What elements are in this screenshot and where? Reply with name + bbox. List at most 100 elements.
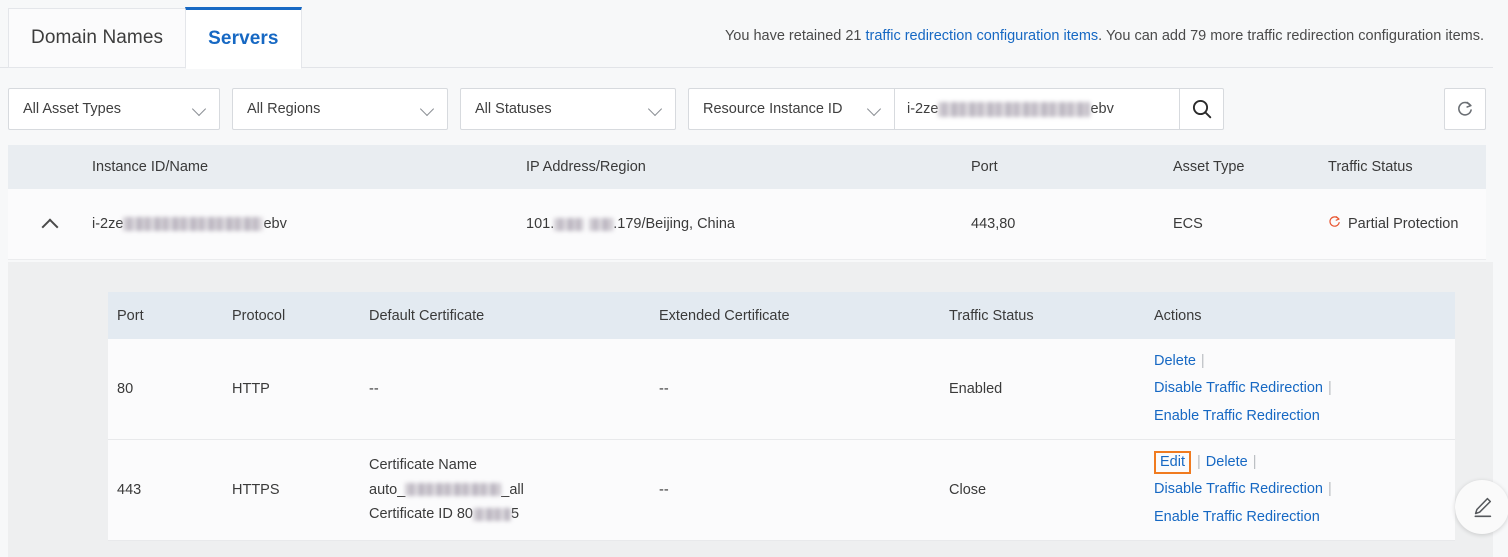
actions-line-3: Enable Traffic Redirection xyxy=(1154,504,1434,532)
quota-notice-prefix: You have retained 21 xyxy=(724,28,866,44)
column-header-actions: Actions xyxy=(1154,307,1202,324)
delete-link[interactable]: Delete xyxy=(1206,454,1248,470)
column-header-protocol: Protocol xyxy=(232,307,286,324)
redacted-text xyxy=(472,508,511,522)
cell-port: 443 xyxy=(117,482,142,498)
enable-traffic-redirection-link[interactable]: Enable Traffic Redirection xyxy=(1154,408,1320,424)
ip-suffix: .179/Beijing, China xyxy=(613,216,735,232)
right-rail xyxy=(1493,0,1508,557)
actions-line-1: Delete | xyxy=(1154,348,1434,376)
tab-servers[interactable]: Servers xyxy=(185,7,302,69)
quota-notice-suffix: . You can add 79 more traffic redirectio… xyxy=(1098,28,1484,44)
instance-id-prefix: i-2ze xyxy=(92,216,124,232)
column-header-asset-type: Asset Type xyxy=(1173,159,1245,175)
row-expand-toggle[interactable] xyxy=(8,218,92,230)
chevron-down-icon xyxy=(193,102,207,116)
column-header-default-certificate: Default Certificate xyxy=(369,307,485,324)
cell-asset-type: ECS xyxy=(1173,216,1203,232)
tab-bar: Domain Names Servers You have retained 2… xyxy=(0,0,1508,69)
status-select-label: All Statuses xyxy=(475,101,552,117)
cell-extended-certificate: -- xyxy=(659,381,669,397)
redacted-text xyxy=(554,217,585,231)
feedback-edit-button[interactable] xyxy=(1455,480,1508,534)
edit-link[interactable]: Edit xyxy=(1160,454,1185,470)
ip-prefix: 101. xyxy=(526,216,555,232)
redacted-text xyxy=(938,101,1091,117)
actions-line-1: Edit | Delete | xyxy=(1154,449,1434,477)
action-separator: | xyxy=(1200,352,1205,369)
refresh-button[interactable] xyxy=(1444,88,1486,130)
cell-traffic-status: Partial Protection xyxy=(1328,213,1486,235)
servers-table: Instance ID/Name IP Address/Region Port … xyxy=(8,145,1486,260)
expanded-detail-panel: Port Protocol Default Certificate Extend… xyxy=(8,262,1493,557)
tab-domain-names[interactable]: Domain Names xyxy=(8,8,187,68)
asset-type-select[interactable]: All Asset Types xyxy=(8,88,220,130)
disable-traffic-redirection-link[interactable]: Disable Traffic Redirection xyxy=(1154,481,1323,497)
certificate-name-suffix: _all xyxy=(501,481,524,498)
table-row[interactable]: i-2ze ebv 101. .179/Beijing, China 443,80 … xyxy=(8,189,1486,260)
quota-notice-link[interactable]: traffic redirection configuration items xyxy=(866,28,1099,44)
cell-traffic-status: Enabled xyxy=(949,381,1003,397)
action-separator: | xyxy=(1327,481,1332,498)
certificate-id-label: Certificate ID 80 xyxy=(369,506,473,523)
redacted-text xyxy=(405,483,502,497)
action-separator: | xyxy=(1197,453,1201,470)
table-row: 80 HTTP -- -- Enabled Delete | Disable Tr… xyxy=(108,339,1455,440)
cell-actions: Edit | Delete | Disable Traffic Redirection… xyxy=(1154,449,1434,532)
actions-line-2: Disable Traffic Redirection | xyxy=(1154,476,1434,504)
enable-traffic-redirection-link[interactable]: Enable Traffic Redirection xyxy=(1154,509,1320,525)
tab-list: Domain Names Servers xyxy=(8,7,302,69)
certificate-id-value: Certificate ID 80 5 xyxy=(369,502,659,527)
actions-line-3: Enable Traffic Redirection xyxy=(1154,403,1434,431)
action-separator: | xyxy=(1327,380,1332,397)
column-header-ip: IP Address/Region xyxy=(526,159,646,175)
refresh-icon xyxy=(1458,101,1472,116)
status-badge: Partial Protection xyxy=(1328,213,1468,235)
column-header-port: Port xyxy=(971,159,998,175)
cell-default-certificate: Certificate Name auto_ _all Certificate I… xyxy=(369,453,659,528)
cell-default-certificate: -- xyxy=(369,381,379,397)
region-select-label: All Regions xyxy=(247,101,321,117)
search-button[interactable] xyxy=(1180,88,1224,130)
servers-table-header: Instance ID/Name IP Address/Region Port … xyxy=(8,145,1486,189)
column-header-port: Port xyxy=(117,307,144,324)
search-input[interactable]: i-2ze ebv xyxy=(894,88,1180,130)
edit-link-highlight: Edit xyxy=(1154,450,1191,475)
asset-type-select-label: All Asset Types xyxy=(23,101,122,117)
cell-protocol: HTTP xyxy=(232,381,270,397)
search-field-select-label: Resource Instance ID xyxy=(703,101,843,117)
region-select[interactable]: All Regions xyxy=(232,88,448,130)
cell-port: 80 xyxy=(117,381,134,397)
cell-port: 443,80 xyxy=(971,216,1016,232)
chevron-up-icon xyxy=(41,218,59,230)
search-icon xyxy=(1192,99,1211,119)
search-input-value-suffix: ebv xyxy=(1090,101,1114,117)
refresh-warning-icon xyxy=(1329,215,1340,227)
tab-domain-names-label: Domain Names xyxy=(31,27,164,48)
delete-link[interactable]: Delete xyxy=(1154,353,1196,369)
cell-instance-id: i-2ze ebv xyxy=(92,216,526,232)
action-separator: | xyxy=(1252,453,1257,470)
certificate-name-value: auto_ _all xyxy=(369,478,659,503)
chevron-down-icon xyxy=(868,102,882,116)
search-field-select[interactable]: Resource Instance ID xyxy=(688,88,894,130)
cell-actions: Delete | Disable Traffic Redirection | Ena… xyxy=(1154,348,1434,431)
quota-notice: You have retained 21 traffic redirection… xyxy=(725,28,1484,44)
disable-traffic-redirection-link[interactable]: Disable Traffic Redirection xyxy=(1154,380,1323,396)
actions-line-2: Disable Traffic Redirection | xyxy=(1154,375,1434,403)
cell-extended-certificate: -- xyxy=(659,482,669,498)
tab-servers-label: Servers xyxy=(208,28,279,49)
status-select[interactable]: All Statuses xyxy=(460,88,676,130)
chevron-down-icon xyxy=(421,102,435,116)
column-header-traffic-status: Traffic Status xyxy=(1328,159,1413,175)
cell-traffic-status: Close xyxy=(949,482,987,498)
column-header-instance: Instance ID/Name xyxy=(92,159,209,175)
ports-table: Port Protocol Default Certificate Extend… xyxy=(108,292,1455,541)
search-input-value-prefix: i-2ze xyxy=(907,101,939,117)
instance-id-suffix: ebv xyxy=(263,216,287,232)
cell-protocol: HTTPS xyxy=(232,482,280,498)
redacted-text xyxy=(589,217,614,231)
certificate-id-suffix: 5 xyxy=(510,506,520,523)
column-header-traffic-status: Traffic Status xyxy=(949,307,1034,324)
cell-ip-region: 101. .179/Beijing, China xyxy=(526,216,971,232)
